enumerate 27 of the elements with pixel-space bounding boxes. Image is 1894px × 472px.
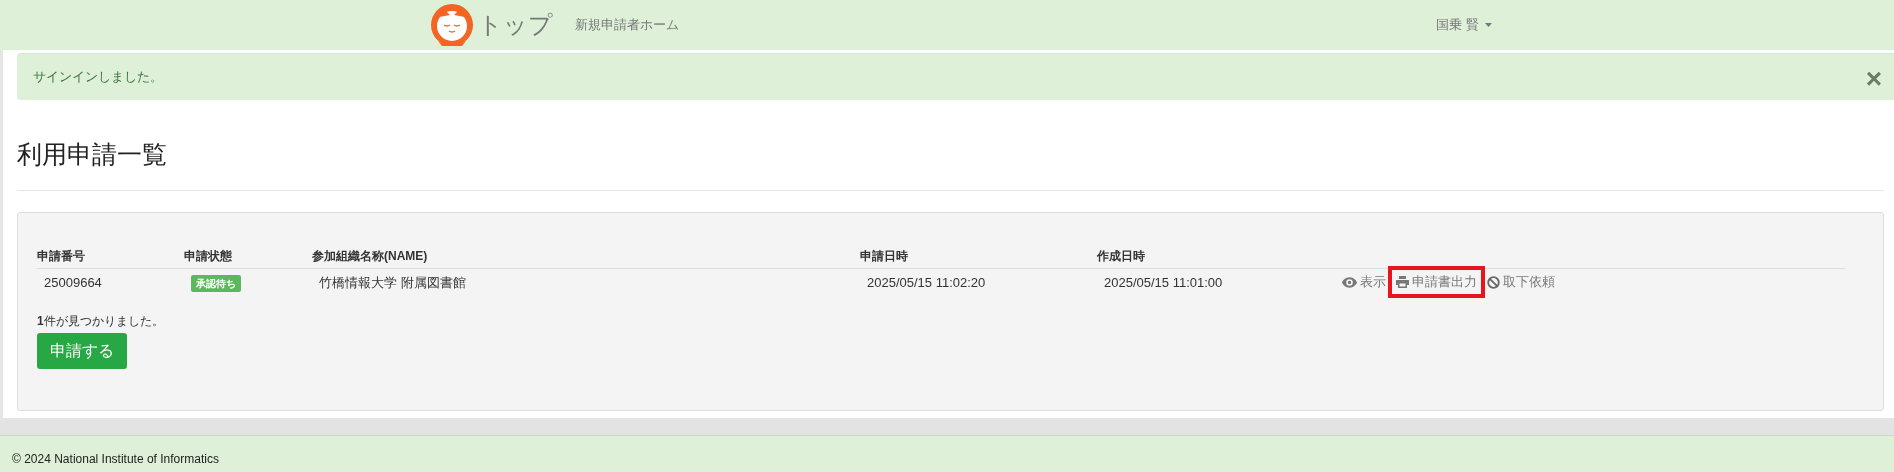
column-header: 参加組織名称(NAME) xyxy=(312,249,428,263)
caret-icon xyxy=(1485,23,1492,27)
printer-icon xyxy=(1396,276,1409,288)
apply-button[interactable]: 申請する xyxy=(37,333,127,369)
result-count: 1件が見つかりました。 xyxy=(37,313,165,330)
table-cell: 25009664 xyxy=(44,275,102,290)
user-menu[interactable]: 国乗 賢 xyxy=(1436,15,1479,35)
table-cell: 2025/05/15 11:01:00 xyxy=(1104,275,1223,290)
cat-logo-icon xyxy=(430,3,474,47)
footer-text: © 2024 National Institute of Informatics xyxy=(12,451,219,468)
action-link[interactable]: 取下依頼 xyxy=(1487,272,1555,292)
brand-link[interactable]: トップ xyxy=(478,7,553,43)
eye-icon xyxy=(1342,276,1357,288)
table-cell: 竹橋情報大学 附属図書館 xyxy=(319,275,466,290)
page-title: 利用申請一覧 xyxy=(17,139,168,170)
alert-message: サインインしました。 xyxy=(33,68,163,87)
table-cell: 2025/05/15 11:02:20 xyxy=(867,275,986,290)
action-link[interactable]: 申請書出力 xyxy=(1392,270,1481,294)
column-header: 作成日時 xyxy=(1097,249,1145,263)
prohibited-icon xyxy=(1487,275,1500,289)
status-badge: 承認待ち xyxy=(191,275,241,292)
action-link[interactable]: 表示 xyxy=(1342,272,1386,292)
column-header: 申請日時 xyxy=(860,249,908,263)
column-header: 申請状態 xyxy=(184,249,232,263)
column-header: 申請番号 xyxy=(37,249,85,263)
close-button[interactable]: × xyxy=(1865,65,1882,93)
nav-link[interactable]: 新規申請者ホーム xyxy=(575,15,679,35)
